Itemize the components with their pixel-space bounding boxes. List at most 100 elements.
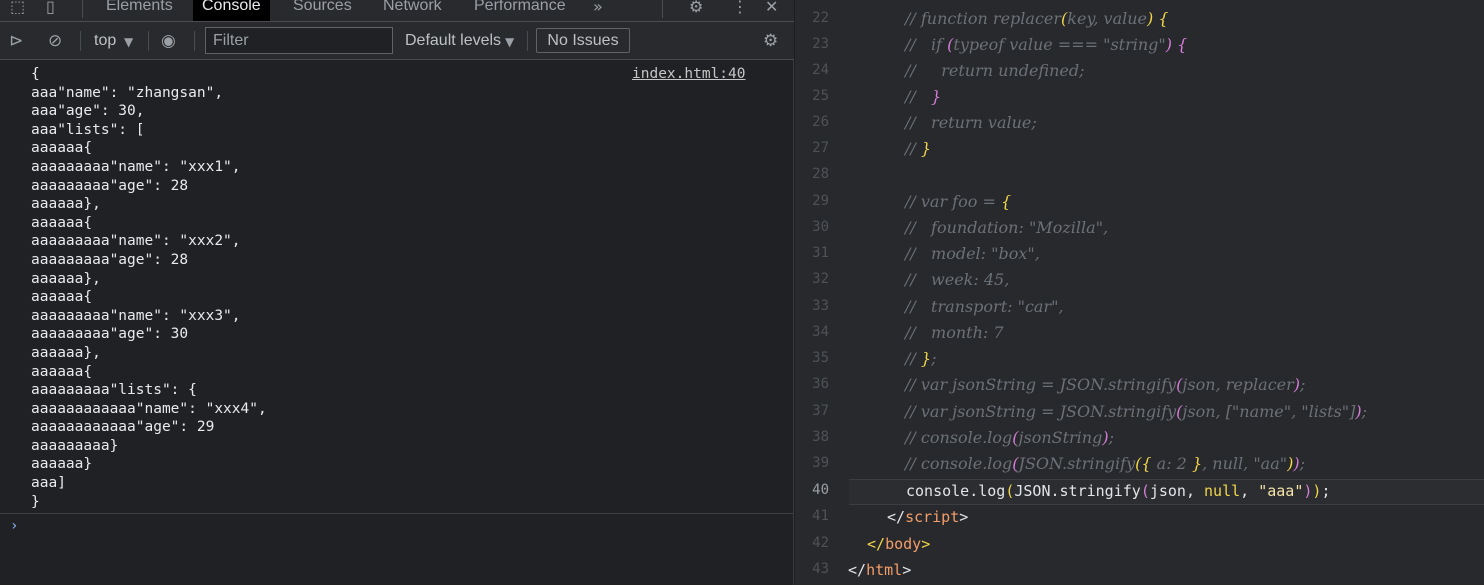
code-line-29: // var foo = { xyxy=(905,192,1012,211)
line-number: 32 xyxy=(812,271,829,287)
code-line-23: // if (typeof value === "string") { xyxy=(905,35,1188,54)
console-log-line: aaa"lists": [ xyxy=(31,121,145,138)
code-line-25: // } xyxy=(905,87,942,106)
line-number: 23 xyxy=(812,36,829,52)
console-input-row[interactable]: › xyxy=(0,513,794,585)
line-number: 30 xyxy=(812,219,829,235)
close-icon[interactable]: ✕ xyxy=(765,0,778,18)
code-line-43: </html> xyxy=(848,561,912,579)
line-number: 33 xyxy=(812,298,829,314)
line-number: 39 xyxy=(812,455,829,471)
console-log-line: aaaaaa{ xyxy=(31,140,93,157)
device-toolbar-icon[interactable]: ▯ xyxy=(46,0,55,18)
console-log-line: aaaaaaaaa} xyxy=(31,437,119,454)
console-log-line: aaaaaaaaaaaa"age": 29 xyxy=(31,419,215,436)
code-line-26: // return value; xyxy=(905,113,1037,132)
sidebar-toggle-icon[interactable]: ⊳ xyxy=(9,30,23,52)
devtools-panel: ⬚ ▯ Elements Console Sources Network Per… xyxy=(0,0,794,585)
console-log-line: aaaaaa}, xyxy=(31,270,101,287)
console-log-line: aaaaaaaaa"age": 30 xyxy=(31,326,189,343)
console-log-line: aaaaaa{ xyxy=(31,214,93,231)
line-number: 25 xyxy=(812,88,829,104)
tab-elements[interactable]: Elements xyxy=(106,0,173,21)
code-line-33: // transport: "car", xyxy=(905,297,1064,316)
console-log-line: aaaaaaaaa"age": 28 xyxy=(31,251,189,268)
code-line-40[interactable]: console.log(JSON.stringify(json, null, "… xyxy=(906,482,1330,500)
context-selector[interactable]: top xyxy=(94,30,116,52)
console-log-line: aaaaaa{ xyxy=(31,289,93,306)
code-line-34: // month: 7 xyxy=(905,323,1004,342)
toolbar-divider xyxy=(194,31,195,51)
live-expression-eye-icon[interactable]: ◉ xyxy=(161,30,176,52)
code-editor: 22 23 24 25 26 27 28 29 30 31 32 33 34 35 36 37 38 39 40 41… xyxy=(795,0,1484,585)
code-line-39: // console.log(JSON.stringify({ a: 2 }, … xyxy=(905,454,1305,473)
console-log-line: aaaaaa}, xyxy=(31,196,101,213)
console-log-line: aaaaaaaaaaaa"name": "xxx4", xyxy=(31,400,267,417)
settings-gear-icon[interactable]: ⚙ xyxy=(689,0,703,18)
toolbar-divider xyxy=(148,31,149,51)
console-log-message: { aaa"name": "zhangsan", aaa"age": 30, aaa"… xyxy=(31,65,267,511)
code-line-36: // var jsonString = JSON.stringify(json,… xyxy=(905,375,1306,394)
tab-bar-divider xyxy=(82,0,83,18)
code-line-37: // var jsonString = JSON.stringify(json,… xyxy=(905,402,1367,421)
console-log-line: aaaaaaaaa"name": "xxx3", xyxy=(31,307,241,324)
code-line-27: // } xyxy=(905,139,932,158)
devtools-tab-bar: ⬚ ▯ Elements Console Sources Network Per… xyxy=(0,0,794,22)
clear-console-icon[interactable]: ⊘ xyxy=(48,30,62,52)
line-number: 35 xyxy=(812,350,829,366)
console-log-line: aaa] xyxy=(31,475,66,492)
tab-console[interactable]: Console xyxy=(193,0,270,21)
line-number: 37 xyxy=(812,403,829,419)
console-log-line: aaaaaaaaa"name": "xxx1", xyxy=(31,158,241,175)
chevron-double-right-icon[interactable]: » xyxy=(593,0,603,18)
line-number: 31 xyxy=(812,245,829,261)
tab-performance[interactable]: Performance xyxy=(474,0,566,21)
line-number: 40 xyxy=(812,482,829,498)
tab-network[interactable]: Network xyxy=(383,0,442,21)
line-number: 26 xyxy=(812,114,829,130)
line-number: 28 xyxy=(812,166,829,182)
code-line-31: // model: "box", xyxy=(905,244,1040,263)
line-number: 42 xyxy=(812,535,829,551)
inspect-element-icon[interactable]: ⬚ xyxy=(10,0,25,18)
more-options-icon[interactable]: ⋮ xyxy=(732,0,748,18)
code-line-22: // function replacer(key, value) { xyxy=(905,9,1169,28)
source-link[interactable]: index.html:40 xyxy=(632,65,746,84)
code-line-30: // foundation: "Mozilla", xyxy=(905,218,1109,237)
console-log-line: aaa"name": "zhangsan", xyxy=(31,84,224,101)
line-number: 34 xyxy=(812,324,829,340)
toolbar-divider xyxy=(80,31,81,51)
code-line-24: // return undefined; xyxy=(905,61,1085,80)
console-log-line: aaa"age": 30, xyxy=(31,103,145,120)
dropdown-arrow-icon[interactable]: ▼ xyxy=(505,31,514,53)
issues-button[interactable]: No Issues xyxy=(536,28,630,53)
console-toolbar: ⊳ ⊘ top ▼ ◉ Default levels ▼ No Issues ⚙ xyxy=(0,22,794,60)
filter-input[interactable] xyxy=(205,27,393,54)
code-line-42: ​</body> xyxy=(867,535,931,553)
line-number: 27 xyxy=(812,140,829,156)
code-line-35: // }; xyxy=(905,349,937,368)
code-line-32: // week: 45, xyxy=(905,270,1010,289)
console-log-line: aaaaaaaaa"name": "xxx2", xyxy=(31,233,241,250)
console-log-line: aaaaaa{ xyxy=(31,363,93,380)
code-line-38: // console.log(jsonString); xyxy=(905,428,1114,447)
console-prompt-icon: › xyxy=(10,518,19,534)
line-number: 22 xyxy=(812,10,829,26)
console-log-line: } xyxy=(31,493,40,510)
code-line-41: </script> xyxy=(887,508,969,526)
console-log-line: { xyxy=(31,66,40,82)
line-number: 38 xyxy=(812,429,829,445)
dropdown-arrow-icon[interactable]: ▼ xyxy=(124,31,133,53)
console-log-line: aaaaaaaaa"lists": { xyxy=(31,382,197,399)
line-number: 36 xyxy=(812,376,829,392)
console-settings-gear-icon[interactable]: ⚙ xyxy=(763,30,778,52)
line-number: 29 xyxy=(812,193,829,209)
line-number: 43 xyxy=(812,561,829,577)
line-number: 24 xyxy=(812,62,829,78)
log-levels-dropdown[interactable]: Default levels xyxy=(405,30,501,52)
console-log-line: aaaaaaaaa"age": 28 xyxy=(31,177,189,194)
console-output: { aaa"name": "zhangsan", aaa"age": 30, aaa"… xyxy=(0,61,794,513)
tab-bar-divider xyxy=(662,0,663,18)
tab-sources[interactable]: Sources xyxy=(293,0,352,21)
line-number: 41 xyxy=(812,508,829,524)
